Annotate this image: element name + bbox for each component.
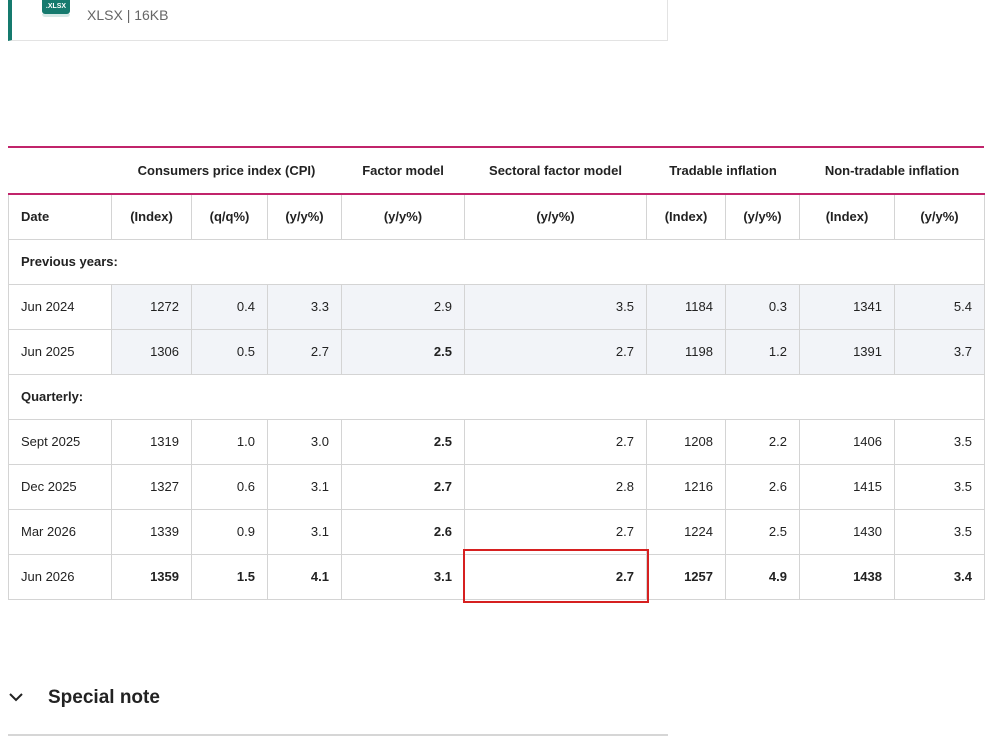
header-cpi: Consumers price index (CPI) <box>111 148 342 195</box>
table-row: Mar 2026 1339 0.9 3.1 2.6 2.7 1224 2.5 1… <box>8 508 985 555</box>
cell-factor-yy: 2.9 <box>341 283 465 330</box>
chevron-down-icon <box>9 693 23 702</box>
cell-tradable-yy: 2.6 <box>725 463 800 510</box>
cell-nontradable-index: 1415 <box>799 463 895 510</box>
row-date: Dec 2025 <box>8 463 112 510</box>
row-date: Mar 2026 <box>8 508 112 555</box>
cell-cpi-yy: 3.0 <box>267 418 342 465</box>
column-tradable-yy: (y/y%) <box>725 193 800 240</box>
cell-tradable-index: 1216 <box>646 463 726 510</box>
cell-nontradable-index: 1341 <box>799 283 895 330</box>
cell-sectoral-yy: 2.8 <box>464 463 647 510</box>
cell-tradable-index: 1224 <box>646 508 726 555</box>
cell-cpi-yy: 2.7 <box>267 328 342 375</box>
cell-cpi-qq: 0.4 <box>191 283 268 330</box>
row-date: Sept 2025 <box>8 418 112 465</box>
section-previous-years: Previous years: <box>8 238 985 285</box>
cell-cpi-index: 1319 <box>111 418 192 465</box>
column-date: Date <box>8 193 112 240</box>
cell-cpi-qq: 0.6 <box>191 463 268 510</box>
cell-nontradable-yy: 5.4 <box>894 283 985 330</box>
special-note-title: Special note <box>48 687 160 708</box>
row-date: Jun 2025 <box>8 328 112 375</box>
cell-factor-yy: 2.5 <box>341 418 465 465</box>
cell-tradable-yy: 1.2 <box>725 328 800 375</box>
cell-cpi-index: 1339 <box>111 508 192 555</box>
cell-tradable-yy: 2.2 <box>725 418 800 465</box>
column-nontradable-index: (Index) <box>799 193 895 240</box>
header-tradable-inflation: Tradable inflation <box>646 148 800 195</box>
cell-tradable-yy: 2.5 <box>725 508 800 555</box>
row-date: Jun 2026 <box>8 553 112 600</box>
cell-factor-yy: 3.1 <box>341 553 465 600</box>
cell-tradable-yy: 0.3 <box>725 283 800 330</box>
cell-sectoral-yy: 3.5 <box>464 283 647 330</box>
cell-sectoral-yy: 2.7 <box>464 418 647 465</box>
cell-cpi-index: 1272 <box>111 283 192 330</box>
cell-cpi-index: 1306 <box>111 328 192 375</box>
cell-factor-yy: 2.7 <box>341 463 465 510</box>
file-meta: XLSX | 16KB <box>87 7 169 23</box>
special-note-accordion[interactable]: Special note <box>8 682 668 736</box>
column-nontradable-yy: (y/y%) <box>894 193 985 240</box>
section-quarterly: Quarterly: <box>8 373 985 420</box>
column-sectoral-yy: (y/y%) <box>464 193 647 240</box>
cell-factor-yy: 2.5 <box>341 328 465 375</box>
cell-cpi-qq: 1.0 <box>191 418 268 465</box>
column-factor-yy: (y/y%) <box>341 193 465 240</box>
cell-nontradable-index: 1430 <box>799 508 895 555</box>
cell-cpi-index: 1359 <box>111 553 192 600</box>
table-row: Sept 2025 1319 1.0 3.0 2.5 2.7 1208 2.2 … <box>8 418 985 465</box>
table-row: Jun 2025 1306 0.5 2.7 2.5 2.7 1198 1.2 1… <box>8 328 985 375</box>
file-download-card[interactable]: .XLSX XLSX | 16KB <box>8 0 668 41</box>
cell-nontradable-yy: 3.5 <box>894 418 985 465</box>
column-cpi-qq: (q/q%) <box>191 193 268 240</box>
header-non-tradable-inflation: Non-tradable inflation <box>799 148 985 195</box>
cell-cpi-yy: 4.1 <box>267 553 342 600</box>
row-date: Jun 2024 <box>8 283 112 330</box>
cell-nontradable-yy: 3.7 <box>894 328 985 375</box>
cell-nontradable-index: 1406 <box>799 418 895 465</box>
table-row: Jun 2024 1272 0.4 3.3 2.9 3.5 1184 0.3 1… <box>8 283 985 330</box>
cell-factor-yy: 2.6 <box>341 508 465 555</box>
cell-cpi-qq: 0.9 <box>191 508 268 555</box>
header-empty <box>8 148 112 195</box>
inflation-table: Consumers price index (CPI) Factor model… <box>8 146 985 603</box>
cell-cpi-yy: 3.1 <box>267 508 342 555</box>
cell-sectoral-yy: 2.7 <box>464 328 647 375</box>
column-cpi-index: (Index) <box>111 193 192 240</box>
xlsx-file-icon: .XLSX <box>42 0 70 17</box>
cell-cpi-qq: 1.5 <box>191 553 268 600</box>
cell-tradable-yy: 4.9 <box>725 553 800 600</box>
column-tradable-index: (Index) <box>646 193 726 240</box>
cell-cpi-qq: 0.5 <box>191 328 268 375</box>
cell-nontradable-index: 1391 <box>799 328 895 375</box>
cell-nontradable-yy: 3.5 <box>894 463 985 510</box>
cell-sectoral-yy-highlighted: 2.7 <box>463 549 650 603</box>
cell-tradable-index: 1257 <box>646 553 726 600</box>
cell-nontradable-yy: 3.5 <box>894 508 985 555</box>
header-factor-model: Factor model <box>341 148 465 195</box>
cell-nontradable-yy: 3.4 <box>894 553 985 600</box>
cell-cpi-index: 1327 <box>111 463 192 510</box>
cell-tradable-index: 1184 <box>646 283 726 330</box>
cell-sectoral-yy: 2.7 <box>464 508 647 555</box>
cell-cpi-yy: 3.1 <box>267 463 342 510</box>
cell-nontradable-index: 1438 <box>799 553 895 600</box>
cell-tradable-index: 1198 <box>646 328 726 375</box>
table-row: Jun 2026 1359 1.5 4.1 3.1 2.7 1257 4.9 1… <box>8 549 985 603</box>
cell-tradable-index: 1208 <box>646 418 726 465</box>
header-sectoral-factor-model: Sectoral factor model <box>464 148 647 195</box>
cell-cpi-yy: 3.3 <box>267 283 342 330</box>
table-row: Dec 2025 1327 0.6 3.1 2.7 2.8 1216 2.6 1… <box>8 463 985 510</box>
column-cpi-yy: (y/y%) <box>267 193 342 240</box>
